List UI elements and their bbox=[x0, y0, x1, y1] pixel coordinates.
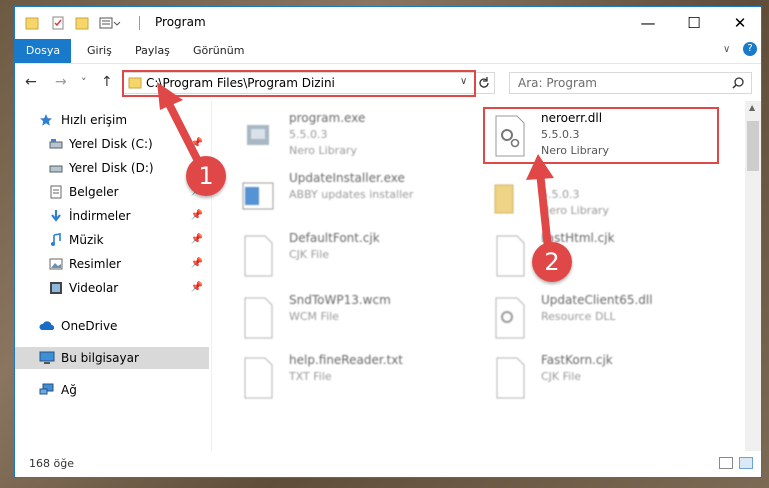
step-badge-2: 2 bbox=[532, 242, 572, 282]
arrow-2 bbox=[526, 154, 554, 252]
arrow-1 bbox=[157, 82, 204, 169]
annotation-overlay bbox=[157, 82, 554, 252]
step-badge-1: 1 bbox=[186, 156, 226, 196]
